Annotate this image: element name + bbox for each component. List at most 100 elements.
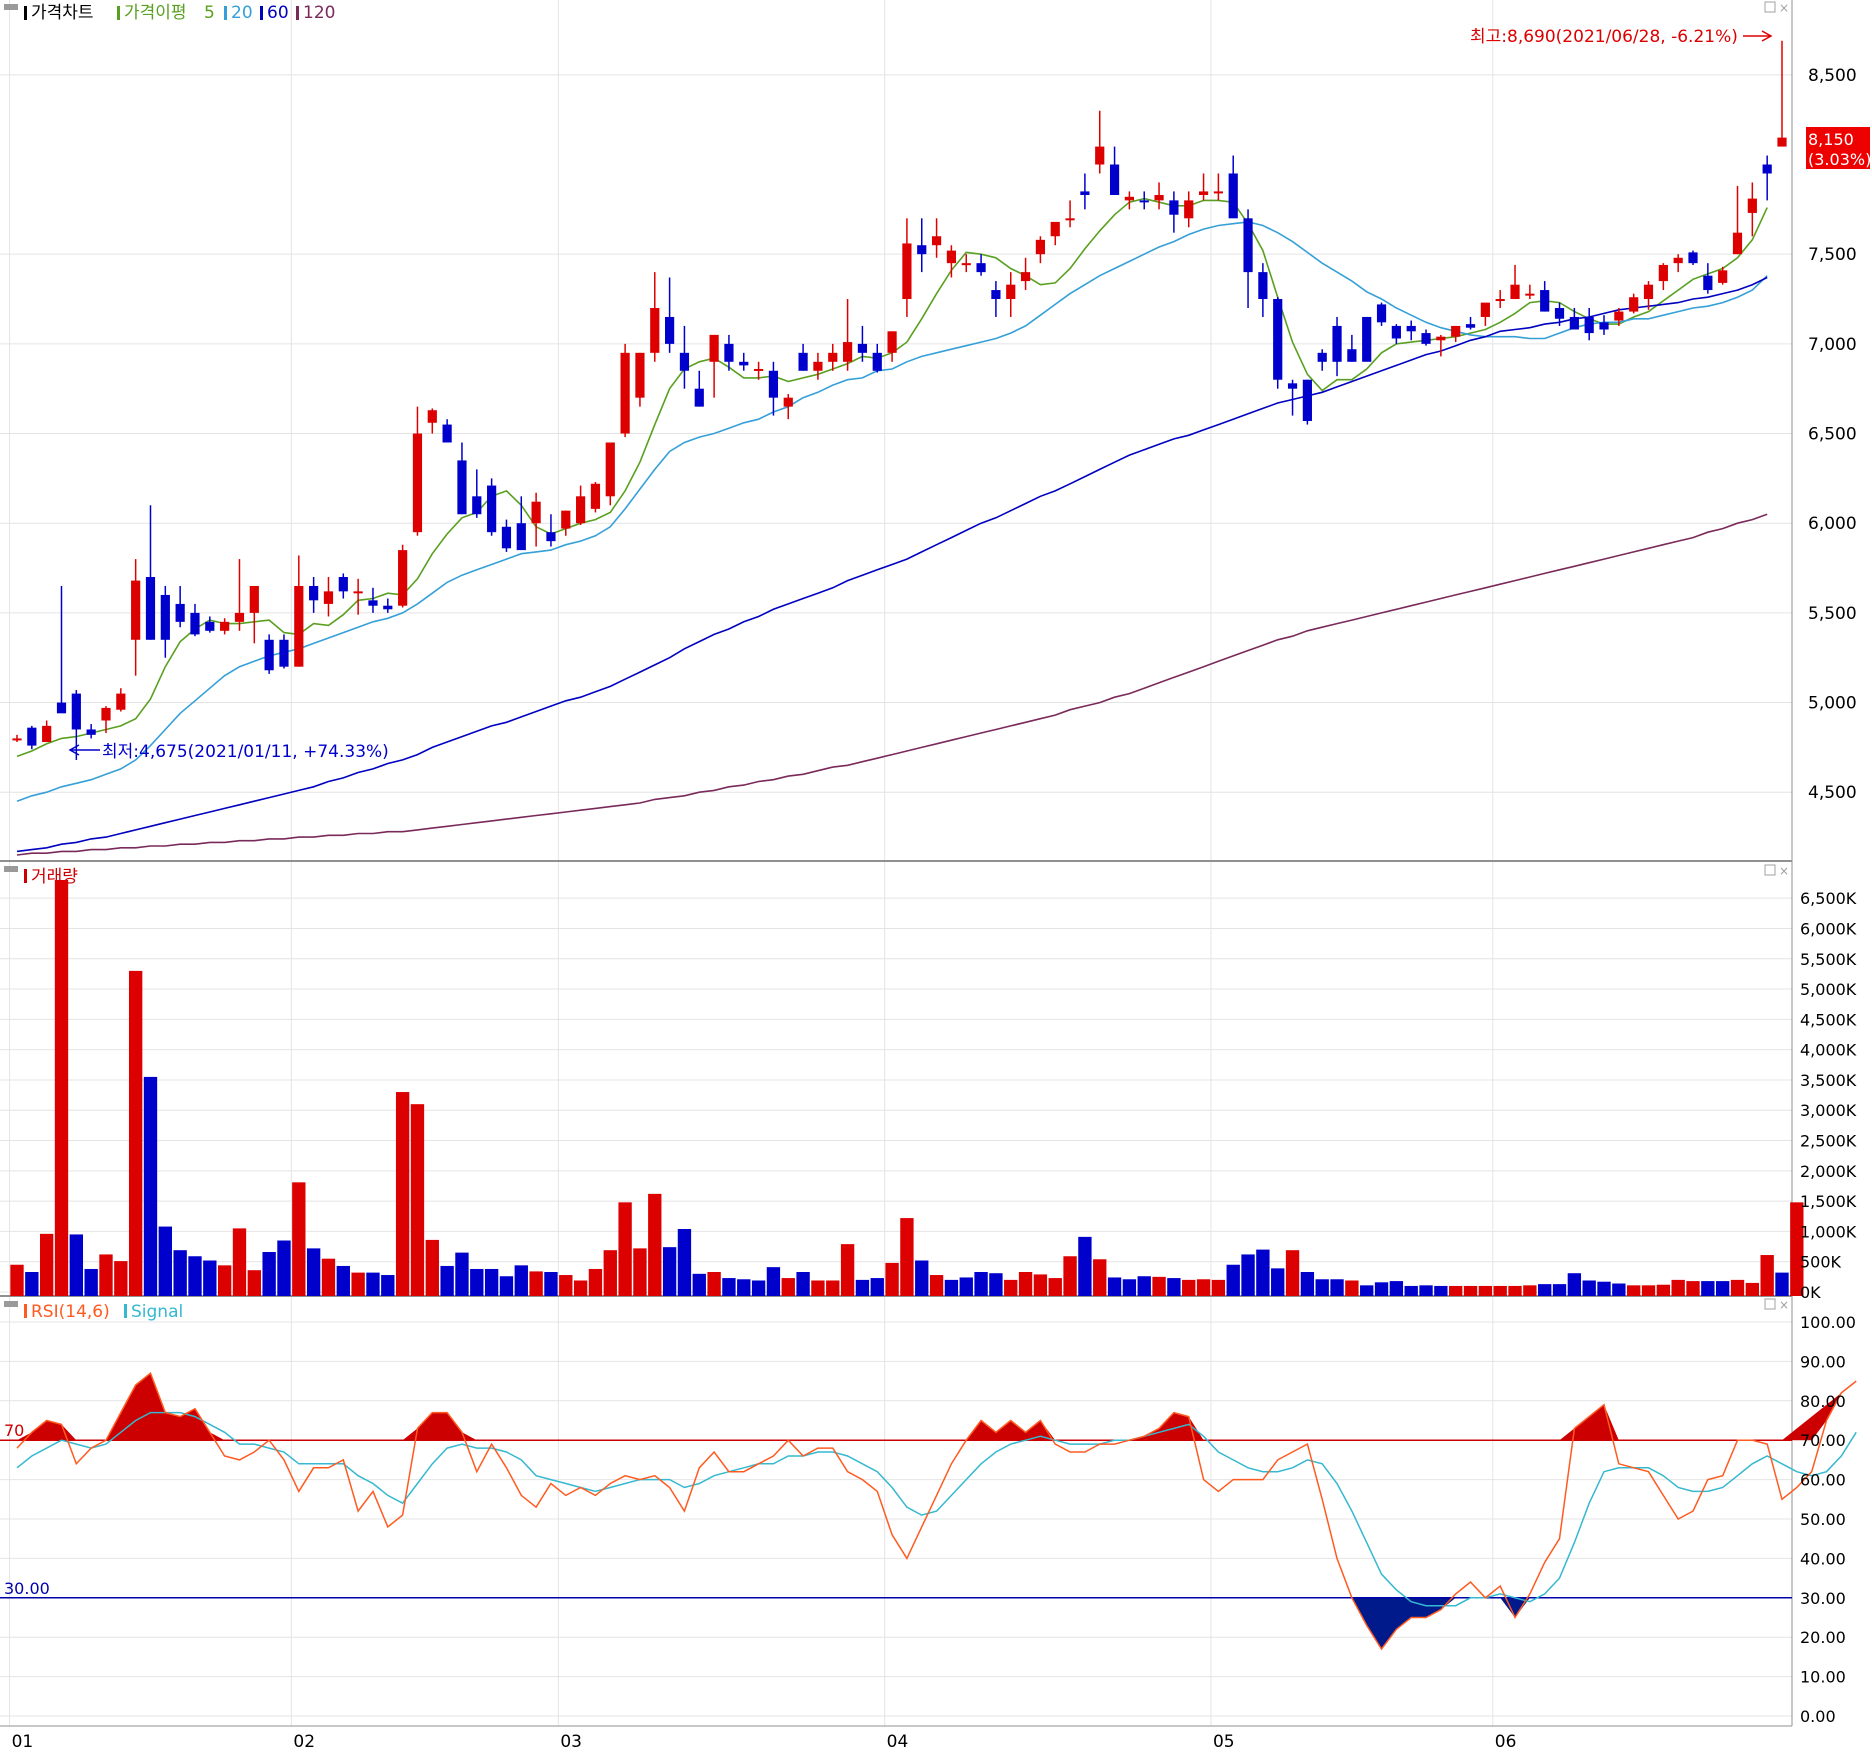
volume-bar <box>25 1272 39 1296</box>
candle-body <box>931 236 942 246</box>
volume-bar <box>321 1258 336 1296</box>
volume-bar <box>766 1267 781 1296</box>
panel-menu-icon[interactable] <box>4 4 18 10</box>
candle-body <box>1747 198 1757 213</box>
candle-body <box>205 621 215 631</box>
candle-body <box>220 621 230 631</box>
legend-ma5-label: 가격이평 <box>124 3 187 23</box>
volume-bar <box>1404 1285 1418 1296</box>
candle-body <box>1184 200 1194 219</box>
price-y-tick: 7,000 <box>1808 335 1857 355</box>
volume-bar <box>484 1268 499 1296</box>
close-icon[interactable]: × <box>1779 1 1789 15</box>
candle-body <box>1198 191 1209 195</box>
volume-bar <box>336 1265 350 1296</box>
volume-bar <box>751 1280 766 1296</box>
candle-body <box>1480 302 1490 317</box>
volume-bar <box>1493 1285 1507 1296</box>
volume-y-tick: 2,500K <box>1800 1132 1857 1151</box>
candle-body <box>709 334 719 362</box>
volume-bar <box>796 1272 810 1296</box>
candle-body <box>546 532 556 542</box>
panel-menu-icon[interactable] <box>4 1301 18 1307</box>
candle-body <box>739 361 749 366</box>
candle-body <box>1213 191 1223 194</box>
volume-bar <box>1567 1273 1582 1296</box>
close-icon[interactable]: × <box>1779 864 1789 878</box>
volume-y-tick: 6,000K <box>1800 919 1857 938</box>
volume-bar <box>1345 1280 1359 1296</box>
candle-body <box>1510 284 1520 300</box>
high-label: 최고:8,690(2021/06/28, -6.21%) <box>1470 27 1738 47</box>
candle-body <box>842 342 853 362</box>
candle-body <box>1035 239 1046 255</box>
chart-background <box>0 0 1872 1751</box>
candle-body <box>665 316 675 344</box>
volume-bar <box>232 1228 247 1296</box>
candle-body <box>1451 325 1461 337</box>
rsi-y-tick: 0.00 <box>1800 1707 1836 1726</box>
legend-price-swatch <box>24 6 27 20</box>
volume-bar <box>499 1276 514 1296</box>
volume-bar <box>1523 1285 1537 1296</box>
volume-bar <box>1004 1279 1018 1296</box>
high-annotation: 최고:8,690(2021/06/28, -6.21%) <box>1470 27 1773 47</box>
rsi-level-70-label: 70 <box>4 1421 24 1440</box>
candle-body <box>902 243 912 300</box>
volume-bar <box>381 1275 395 1296</box>
volume-bar <box>173 1250 187 1296</box>
candle-body <box>1006 284 1016 300</box>
candle-body <box>1258 272 1268 300</box>
candle-body <box>887 331 897 353</box>
rsi-y-tick: 10.00 <box>1800 1668 1846 1687</box>
price-y-tick: 6,500 <box>1808 425 1857 445</box>
candle-body <box>590 483 601 509</box>
candle-body <box>1643 284 1654 300</box>
panel-menu-icon[interactable] <box>4 866 18 872</box>
volume-bar <box>855 1279 870 1296</box>
candle-body <box>1169 200 1179 215</box>
candle-body <box>1732 232 1743 255</box>
candle-body <box>442 424 452 443</box>
volume-y-tick: 5,000K <box>1800 980 1857 999</box>
legend-signal-label: Signal <box>131 1302 183 1322</box>
candle-body <box>1273 299 1283 380</box>
candle-body <box>1362 316 1372 362</box>
volume-bar <box>989 1273 1003 1296</box>
candle-body <box>1614 311 1624 321</box>
volume-bar <box>1226 1264 1240 1296</box>
candle-body <box>42 725 52 743</box>
close-icon[interactable]: × <box>1779 1298 1789 1312</box>
volume-bar <box>69 1234 84 1296</box>
current-price-value: 8,150 <box>1808 130 1854 149</box>
volume-bar <box>1196 1279 1211 1296</box>
volume-bar <box>128 970 143 1296</box>
volume-bar <box>1211 1279 1226 1296</box>
candle-body <box>294 585 304 667</box>
volume-bar <box>1330 1279 1344 1296</box>
volume-bar <box>39 1233 54 1296</box>
volume-bar <box>1374 1282 1389 1296</box>
volume-bar <box>692 1273 706 1296</box>
price-y-tick: 7,500 <box>1808 245 1857 265</box>
candle-body <box>1584 316 1594 334</box>
candle-body <box>1080 191 1090 195</box>
candle-body <box>946 250 957 264</box>
legend-ma60-swatch <box>260 6 263 20</box>
volume-bar <box>588 1268 603 1296</box>
volume-bar <box>1760 1255 1774 1296</box>
candle-body <box>1050 221 1060 237</box>
volume-bar <box>529 1271 543 1296</box>
candle-body <box>1436 336 1446 341</box>
x-tick-label: 05 <box>1213 1732 1235 1751</box>
volume-bar <box>158 1226 172 1296</box>
volume-bar <box>1612 1283 1626 1296</box>
candle-body <box>160 594 170 640</box>
volume-bar <box>306 1248 321 1296</box>
candle-body <box>353 591 363 594</box>
volume-bar <box>1018 1272 1033 1296</box>
candle-body <box>724 343 734 362</box>
candle-body <box>1703 275 1713 291</box>
legend-ma5-period: 5 <box>204 3 215 23</box>
candle-body <box>1406 325 1416 332</box>
